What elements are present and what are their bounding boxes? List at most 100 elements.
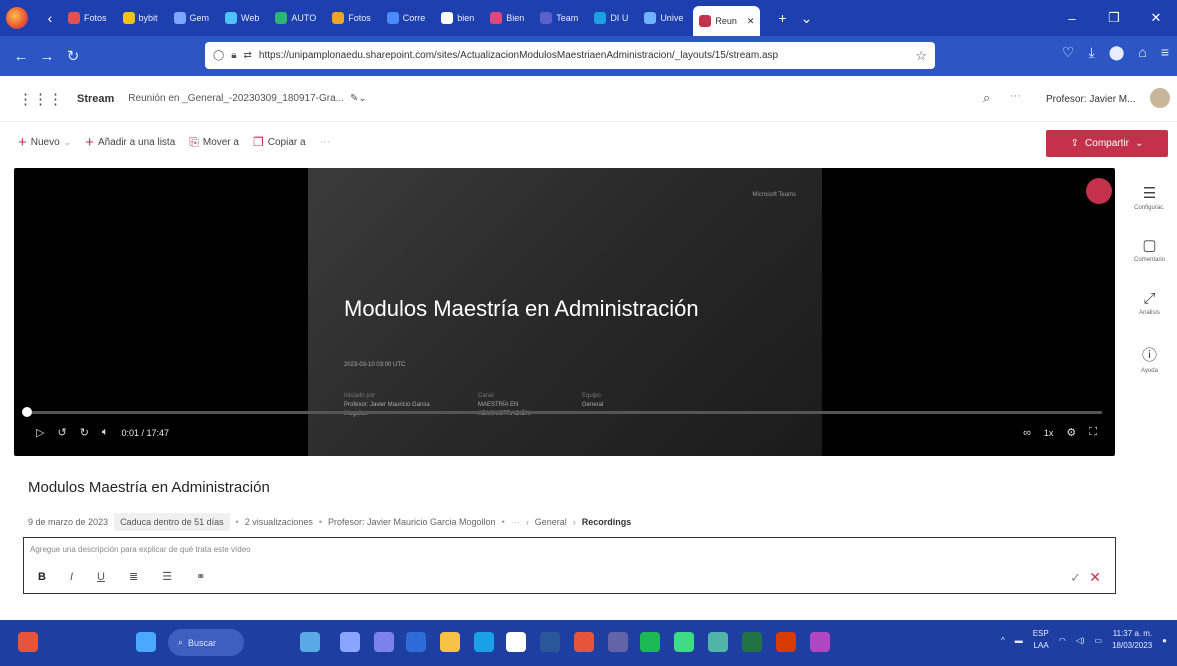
settings-gear-icon[interactable]: ⚙ — [1066, 426, 1076, 439]
bullet-list-icon[interactable]: ≣ — [129, 570, 138, 583]
browser-tab[interactable]: DI U — [588, 5, 634, 31]
avatar[interactable] — [1148, 86, 1172, 110]
widgets-icon[interactable] — [300, 632, 320, 652]
spotify-icon[interactable] — [640, 632, 660, 652]
word-icon[interactable] — [540, 632, 560, 652]
path-folder[interactable]: Recordings — [582, 517, 632, 527]
browser-tab[interactable]: Fotos — [62, 5, 113, 31]
new-button[interactable]: + Nuevo ⌄ — [18, 134, 71, 151]
more-options-icon[interactable]: ··· — [1010, 90, 1021, 102]
clock[interactable]: 11:37 a. m. 18/03/2023 — [1112, 628, 1152, 652]
reload-icon[interactable]: ↻ — [60, 47, 86, 65]
tray-app-icon[interactable]: ▬ — [1015, 636, 1023, 645]
more-commands-icon[interactable]: ··· — [320, 136, 331, 148]
browser-tab[interactable]: Bien — [484, 5, 530, 31]
app-icon[interactable] — [18, 632, 38, 652]
forward-10-icon[interactable]: ↻ — [80, 426, 89, 439]
seek-bar[interactable] — [22, 407, 1102, 417]
account-icon[interactable]: ⌂ — [1138, 44, 1146, 61]
italic-icon[interactable]: I — [70, 571, 73, 583]
notification-icon[interactable]: ● — [1162, 636, 1167, 645]
close-icon[interactable]: ✕ — [1135, 0, 1177, 36]
extension-icon[interactable]: ⬤ — [1109, 44, 1125, 61]
playback-speed[interactable]: 1x — [1044, 428, 1054, 438]
rail-help[interactable]: ⓘ Ayuda — [1122, 344, 1177, 374]
excel-icon[interactable] — [742, 632, 762, 652]
rewind-10-icon[interactable]: ↺ — [57, 426, 66, 439]
downloads-icon[interactable]: ⤓ — [1088, 44, 1094, 61]
seek-bar-thumb[interactable] — [22, 407, 33, 417]
pocket-icon[interactable]: ♡ — [1062, 44, 1075, 61]
wifi-icon[interactable]: ◠ — [1059, 636, 1066, 645]
fullscreen-icon[interactable]: ⛶ — [1089, 426, 1097, 439]
path-more-icon[interactable]: ··· — [511, 517, 520, 527]
maximize-icon[interactable]: ❐ — [1093, 0, 1135, 36]
move-to-button[interactable]: ⎘ Mover a — [189, 135, 239, 150]
app-launcher-icon[interactable]: ⋮⋮⋮ — [18, 90, 63, 108]
browser-tab[interactable]: Fotos — [326, 5, 377, 31]
minimize-icon[interactable]: – — [1051, 0, 1093, 36]
browser-tab[interactable]: AUTO — [269, 5, 322, 31]
browser-tab[interactable]: Team — [534, 5, 584, 31]
cancel-icon[interactable]: ✕ — [1089, 569, 1101, 586]
user-name[interactable]: Profesor: Javier M... — [1046, 94, 1135, 105]
url-text[interactable]: https://unipamplonaedu.sharepoint.com/si… — [259, 50, 908, 61]
bookmark-star-icon[interactable]: ☆ — [915, 48, 927, 64]
store-icon[interactable] — [506, 632, 526, 652]
underline-icon[interactable]: U — [97, 571, 105, 583]
app2-icon[interactable] — [708, 632, 728, 652]
battery-icon[interactable]: ▭ — [1095, 636, 1103, 645]
bold-icon[interactable]: B — [38, 571, 46, 583]
rail-settings[interactable]: ☰ Configurac. — [1122, 184, 1177, 211]
numbered-list-icon[interactable]: ☰ — [162, 570, 172, 583]
chrome-icon[interactable] — [674, 632, 694, 652]
copy-to-button[interactable]: ❐ Copiar a — [253, 135, 306, 149]
edit-title-icon[interactable]: ✎⌄ — [350, 93, 367, 104]
firefox-taskbar-icon[interactable] — [574, 632, 594, 652]
browser-tab[interactable]: Unive — [638, 5, 689, 31]
browser-tab[interactable]: Reun ✕ — [693, 6, 761, 36]
volume-icon[interactable]: 🔈︎ — [102, 426, 109, 439]
play-icon[interactable]: ▷ — [36, 426, 44, 439]
browser-tab[interactable]: Web — [219, 5, 265, 31]
breadcrumb[interactable]: Reunión en _General_-20230309_180917-Gra… — [128, 93, 344, 104]
tab-list-icon[interactable]: ‹ — [38, 10, 62, 26]
browser-tab[interactable]: bybit — [117, 5, 164, 31]
video-owner[interactable]: Profesor: Javier Mauricio Garcia Mogollo… — [328, 517, 496, 527]
captions-icon[interactable]: ∞ — [1023, 427, 1031, 439]
description-placeholder[interactable]: Agregue una descripción para explicar de… — [30, 545, 251, 554]
tab-close-icon[interactable]: ✕ — [747, 16, 755, 27]
teams-icon[interactable] — [374, 632, 394, 652]
edge-browser-icon[interactable] — [474, 632, 494, 652]
path-channel[interactable]: General — [535, 517, 567, 527]
rail-analytics[interactable]: ⤢ Análisis — [1122, 290, 1177, 316]
app3-icon[interactable] — [810, 632, 830, 652]
app-name[interactable]: Stream — [77, 93, 114, 105]
share-button[interactable]: ⇪ Compartir ⌄ — [1046, 130, 1168, 157]
confirm-icon[interactable]: ✓ — [1070, 570, 1081, 586]
shield-icon[interactable]: ◯ — [213, 50, 224, 61]
back-icon[interactable]: ← — [8, 48, 34, 65]
firefox-icon[interactable] — [6, 7, 28, 29]
volume-icon[interactable]: ◁) — [1076, 636, 1085, 645]
rail-comments[interactable]: ▢ Comentario — [1122, 236, 1177, 263]
language-indicator[interactable]: ESP LAA — [1033, 628, 1049, 652]
taskbar-search[interactable]: ⌕ Buscar — [168, 629, 244, 656]
permissions-icon[interactable]: ⇄ — [244, 50, 252, 61]
browser-tab[interactable]: Gem — [168, 5, 216, 31]
video-player[interactable]: Microsoft Teams Modulos Maestría en Admi… — [14, 168, 1115, 456]
new-tab-icon[interactable]: + — [778, 10, 786, 26]
file-explorer-icon[interactable] — [440, 632, 460, 652]
browser-tab[interactable]: Corre — [381, 5, 432, 31]
browser-tab[interactable]: bien — [435, 5, 480, 31]
pdf-icon[interactable] — [776, 632, 796, 652]
windows-start-icon[interactable] — [136, 632, 156, 652]
add-to-list-button[interactable]: + Añadir a una lista — [85, 134, 175, 151]
link-icon[interactable]: ⚭ — [196, 570, 205, 583]
lock-icon[interactable]: 🔒︎ — [231, 50, 236, 61]
task-view-icon[interactable] — [340, 632, 360, 652]
menu-icon[interactable]: ≡ — [1161, 44, 1169, 61]
address-bar[interactable]: ◯ 🔒︎ ⇄ https://unipamplonaedu.sharepoint… — [205, 42, 935, 69]
forward-icon[interactable]: → — [34, 48, 60, 65]
tray-chevron-icon[interactable]: ^ — [1001, 636, 1005, 645]
